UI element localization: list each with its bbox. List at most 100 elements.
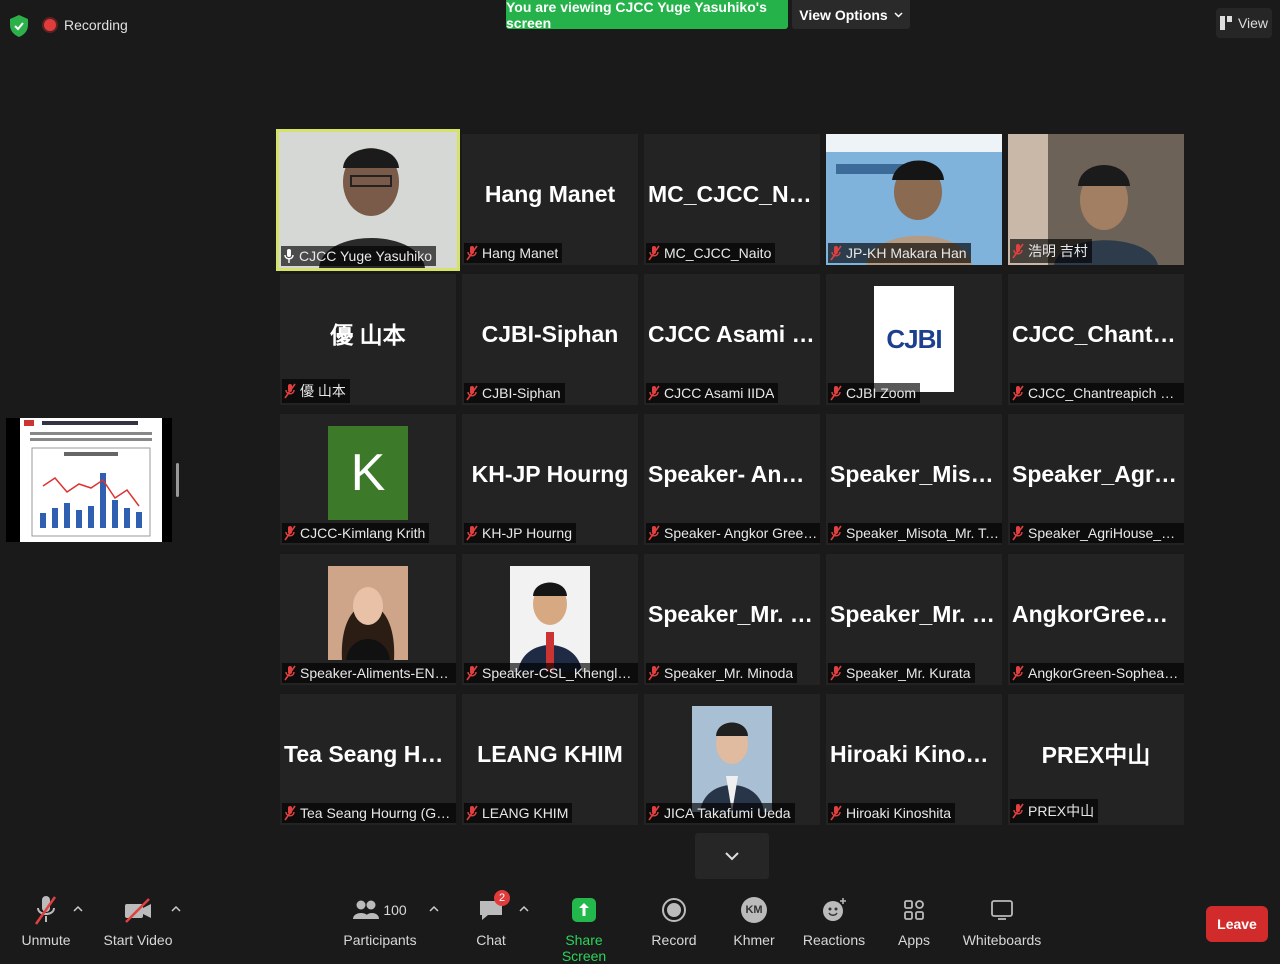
participant-name-label: AngkorGreen-Sopheak C...: [1010, 663, 1184, 683]
reactions-smiley-icon: [823, 898, 846, 921]
participant-name-label: CJCC-Kimlang Krith: [282, 523, 430, 543]
participant-name: Hiroaki Kinoshita: [846, 805, 952, 821]
panel-resize-handle[interactable]: [176, 463, 179, 497]
participant-tile[interactable]: Speaker_AgriH... Speaker_AgriHouse_Lund..…: [1008, 414, 1184, 545]
apps-button[interactable]: Apps: [890, 892, 938, 948]
participant-tile[interactable]: JICA Takafumi Ueda: [644, 694, 820, 825]
participant-tile[interactable]: CJCC Asami IIDA CJCC Asami IIDA: [644, 274, 820, 405]
whiteboard-icon: [991, 900, 1013, 920]
participant-tile[interactable]: CJBI-Siphan CJBI-Siphan: [462, 274, 638, 405]
participant-tile[interactable]: AngkorGreen-S... AngkorGreen-Sopheak C...: [1008, 554, 1184, 685]
participants-caret-icon[interactable]: [428, 904, 440, 914]
participant-name: AngkorGreen-Sopheak C...: [1028, 665, 1182, 681]
chat-button[interactable]: 2 Chat: [466, 890, 516, 948]
participant-name-label: LEANG KHIM: [464, 803, 573, 823]
participant-name-display: CJBI-Siphan: [481, 320, 619, 347]
leave-button[interactable]: Leave: [1206, 906, 1268, 942]
chat-caret-icon[interactable]: [518, 904, 530, 914]
view-button[interactable]: View: [1216, 8, 1272, 38]
participant-tile[interactable]: 優 山本優 山本: [280, 274, 456, 405]
mic-muted-icon: [648, 805, 660, 821]
viewing-screen-banner: You are viewing CJCC Yuge Yasuhiko's scr…: [506, 0, 788, 31]
participant-tile[interactable]: Hiroaki Kinoshita Hiroaki Kinoshita: [826, 694, 1002, 825]
mic-muted-icon: [466, 245, 478, 261]
khmer-interpretation-button[interactable]: KM Khmer: [728, 892, 780, 948]
audio-options-caret-icon[interactable]: [72, 904, 84, 914]
participant-name: Speaker-CSL_Khenglean ...: [482, 665, 636, 681]
participant-name-display: Hiroaki Kinoshita: [830, 740, 1002, 767]
participant-tile[interactable]: LEANG KHIM LEANG KHIM: [462, 694, 638, 825]
share-screen-label: Share Screen: [561, 932, 607, 964]
participant-tile[interactable]: Speaker_Misota... Speaker_Misota_Mr. Tola…: [826, 414, 1002, 545]
unmute-button[interactable]: Unmute: [14, 892, 78, 948]
participant-name: Tea Seang Hourng (Guest): [300, 805, 454, 821]
participant-tile[interactable]: CJBI CJBI Zoom: [826, 274, 1002, 405]
video-off-icon: [125, 898, 151, 923]
next-page-button[interactable]: [695, 833, 769, 879]
whiteboards-label: Whiteboards: [962, 932, 1042, 948]
participant-name: KH-JP Hourng: [482, 525, 573, 541]
mic-muted-icon: [648, 665, 660, 681]
participant-tile[interactable]: Hang Manet Hang Manet: [462, 134, 638, 265]
participant-tile[interactable]: 浩明 吉村: [1008, 134, 1184, 265]
participant-name-label: CJCC Asami IIDA: [646, 383, 779, 403]
participant-name-label: CJBI Zoom: [828, 383, 921, 403]
participant-name: Speaker_Mr. Minoda: [664, 665, 794, 681]
participant-name-display: Speaker- Angko...: [648, 460, 820, 487]
share-screen-icon: [572, 898, 596, 922]
share-screen-button[interactable]: Share Screen: [544, 892, 624, 964]
participant-tile[interactable]: K CJCC-Kimlang Krith: [280, 414, 456, 545]
participant-tile[interactable]: KH-JP Hourng KH-JP Hourng: [462, 414, 638, 545]
security-shield-icon[interactable]: [8, 14, 30, 38]
participant-name-display: Speaker_Mr. Mi...: [648, 600, 820, 627]
presenter-pin-icon: [284, 249, 294, 263]
participant-tile[interactable]: Speaker_Mr. Ku... Speaker_Mr. Kurata: [826, 554, 1002, 685]
participant-name-display: Speaker_AgriH...: [1012, 460, 1184, 487]
mic-muted-icon: [1012, 525, 1024, 541]
record-button[interactable]: Record: [646, 892, 702, 948]
mic-muted-icon: [466, 665, 478, 681]
chevron-down-icon: [894, 11, 903, 18]
participant-tile[interactable]: Speaker-Aliments-ENG S...: [280, 554, 456, 685]
reactions-button[interactable]: Reactions: [802, 892, 866, 948]
view-options-button[interactable]: View Options: [792, 0, 910, 29]
participant-tile[interactable]: CJCC Yuge Yasuhiko: [276, 129, 460, 271]
shared-screen-thumbnail[interactable]: [6, 418, 172, 542]
participant-name: CJCC-Kimlang Krith: [300, 525, 426, 541]
participant-name: LEANG KHIM: [482, 805, 569, 821]
participant-tile[interactable]: CJCC_Chantrea... CJCC_Chantreapich Vuthy: [1008, 274, 1184, 405]
participant-photo: [692, 706, 772, 812]
start-video-button[interactable]: Start Video: [100, 892, 176, 948]
participant-tile[interactable]: Tea Seang Hour... Tea Seang Hourng (Guest…: [280, 694, 456, 825]
mic-muted-icon: [284, 805, 296, 821]
mic-muted-icon: [466, 385, 478, 401]
participant-tile[interactable]: PREX中山 PREX中山: [1008, 694, 1184, 825]
participant-tile[interactable]: Speaker_Mr. Mi... Speaker_Mr. Minoda: [644, 554, 820, 685]
recording-dot-icon: [44, 19, 56, 31]
participant-tile[interactable]: Speaker-CSL_Khenglean ...: [462, 554, 638, 685]
participants-button[interactable]: 100 Participants: [340, 892, 420, 948]
participant-photo: [510, 566, 590, 672]
participant-name-display: 優 山本: [330, 321, 406, 348]
start-video-label: Start Video: [103, 932, 173, 948]
participant-name-display: MC_CJCC_Naito: [648, 180, 820, 207]
participant-name: CJBI Zoom: [846, 385, 917, 401]
whiteboards-button[interactable]: Whiteboards: [962, 892, 1042, 948]
participant-name: CJCC Yuge Yasuhiko: [299, 248, 433, 264]
participant-photo: [328, 566, 408, 660]
participant-tile[interactable]: JP-KH Makara Han: [826, 134, 1002, 265]
avatar: K: [328, 426, 408, 520]
participant-name-label: Speaker-Aliments-ENG S...: [282, 663, 456, 683]
mic-muted-icon: [284, 665, 296, 681]
participant-tile[interactable]: Speaker- Angko... Speaker- Angkor Green _…: [644, 414, 820, 545]
cjbi-logo-avatar: CJBI: [874, 286, 954, 392]
video-options-caret-icon[interactable]: [170, 904, 182, 914]
participant-name: PREX中山: [1028, 803, 1095, 819]
participant-name-label: Speaker_AgriHouse_Lund...: [1010, 523, 1184, 543]
participant-name-display: Speaker_Mr. Ku...: [830, 600, 1002, 627]
participant-name-label: Speaker- Angkor Green _...: [646, 523, 820, 543]
participant-tile[interactable]: MC_CJCC_Naito MC_CJCC_Naito: [644, 134, 820, 265]
recording-indicator[interactable]: Recording: [44, 17, 128, 33]
view-layout-icon: [1219, 16, 1232, 30]
mic-muted-icon: [830, 665, 842, 681]
